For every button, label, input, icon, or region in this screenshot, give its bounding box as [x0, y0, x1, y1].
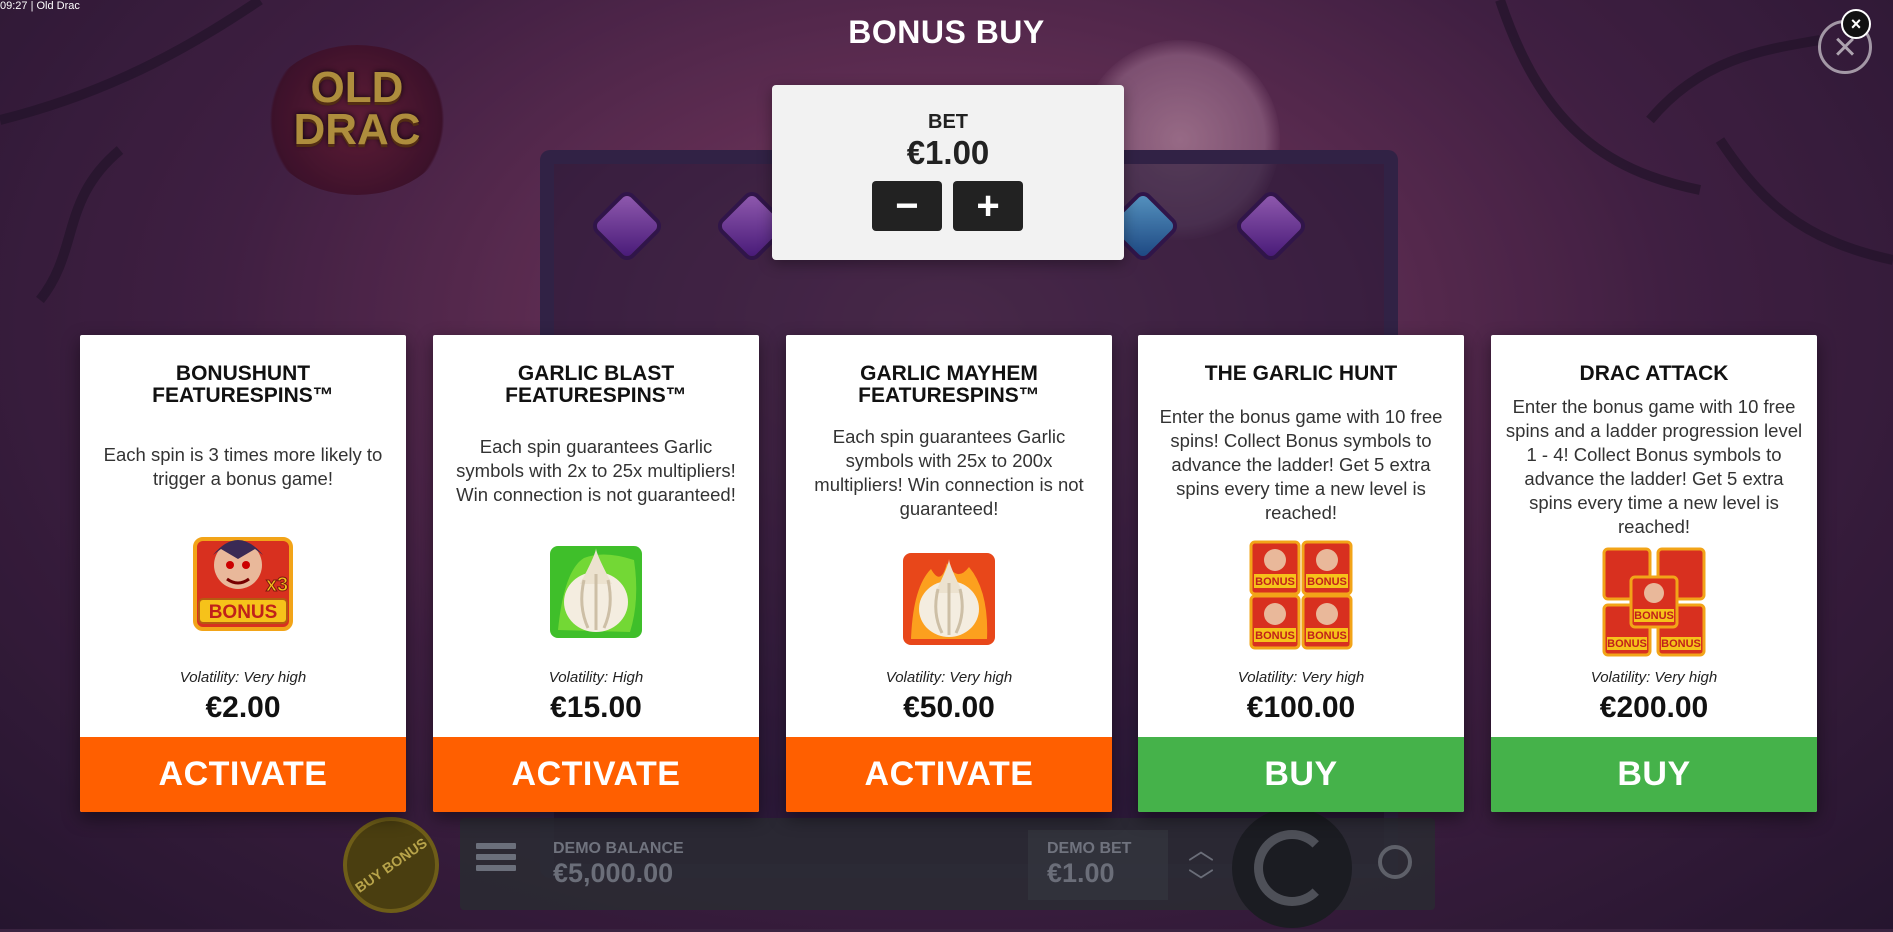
activate-button[interactable]: ACTIVATE — [80, 737, 406, 812]
price: €2.00 — [205, 691, 281, 724]
volatility: Volatility: High — [548, 669, 644, 686]
price: €50.00 — [903, 691, 995, 724]
bet-increase-button[interactable]: + — [953, 181, 1023, 231]
bonus-symbol-text: BONUS — [209, 602, 278, 623]
bonus-symbol-text: BONUS — [1607, 638, 1647, 650]
price: €200.00 — [1599, 691, 1709, 724]
card-description: Each spin guarantees Garlic symbols with… — [814, 426, 1084, 519]
activate-button[interactable]: ACTIVATE — [786, 737, 1112, 812]
bonus-symbol-text: BONUS — [1307, 576, 1347, 588]
demo-balance-value: €5,000.00 — [553, 858, 674, 888]
volatility: Volatility: Very high — [1237, 669, 1365, 686]
card-description: Enter the bonus game with 10 free spins … — [1505, 396, 1803, 537]
volatility: Volatility: Very high — [885, 669, 1013, 686]
bonus-symbol-text: BONUS — [1307, 630, 1347, 642]
chevron-down-icon[interactable]: ﹀ — [1188, 862, 1214, 899]
close-badge-icon[interactable]: × — [1841, 9, 1871, 39]
menu-icon[interactable] — [476, 843, 516, 877]
bet-value: €1.00 — [906, 134, 990, 171]
spin-icon — [1254, 830, 1330, 906]
buy-button[interactable]: BUY — [1491, 737, 1817, 812]
demo-balance-label: DEMO BALANCE — [553, 840, 684, 857]
multiplier-badge: x3 — [266, 574, 288, 596]
bonus-symbol-text: BONUS — [1255, 576, 1295, 588]
window-title: 09:27 | Old Drac — [0, 0, 80, 12]
card-description: Each spin is 3 times more likely to trig… — [103, 444, 383, 489]
price: €100.00 — [1246, 691, 1356, 724]
bonus-symbol-text: BONUS — [1255, 630, 1295, 642]
vampire-bonus-x3-icon: BONUS x3 — [193, 525, 293, 633]
bonus-symbol-text: BONUS — [1661, 638, 1701, 650]
card-title: BONUSHUNT FEATURESPINS™ — [152, 362, 334, 407]
bet-selector: BET €1.00 − + — [772, 85, 1124, 260]
demo-bet-label: DEMO BET — [1047, 840, 1132, 857]
activate-button[interactable]: ACTIVATE — [433, 737, 759, 812]
buy-button[interactable]: BUY — [1138, 737, 1464, 812]
garlic-fire-icon — [897, 547, 1001, 651]
card-title: DRAC ATTACK — [1579, 362, 1729, 385]
bonus-card-drac-attack: DRAC ATTACK Enter the bonus game with 10… — [1491, 335, 1817, 812]
bonus-card-garlic-hunt: THE GARLIC HUNT Enter the bonus game wit… — [1138, 335, 1464, 812]
bet-label: BET — [928, 111, 968, 133]
demo-bet-value: €1.00 — [1047, 858, 1115, 888]
bonus-card-bonushunt: BONUSHUNT FEATURESPINS™ Each spin is 3 t… — [80, 335, 406, 812]
card-description: Enter the bonus game with 10 free spins!… — [1159, 406, 1443, 523]
bonus-card-garlic-mayhem: GARLIC MAYHEM FEATURESPINS™ Each spin gu… — [786, 335, 1112, 812]
garlic-green-icon — [544, 540, 648, 644]
volatility: Volatility: Very high — [179, 669, 307, 686]
volatility: Volatility: Very high — [1590, 669, 1718, 686]
card-title: THE GARLIC HUNT — [1204, 362, 1398, 385]
modal-title: BONUS BUY — [848, 14, 1045, 50]
bet-decrease-button[interactable]: − — [872, 181, 942, 231]
card-title: GARLIC BLAST FEATURESPINS™ — [505, 362, 687, 407]
bonus-grid-icon: BONUS BONUS BONUS BONUS — [1249, 540, 1353, 650]
bonus-symbol-text: BONUS — [1634, 610, 1674, 622]
bonus-cluster-icon: BONUS BONUS BONUS — [1602, 547, 1706, 657]
bonus-card-garlic-blast: GARLIC BLAST FEATURESPINS™ Each spin gua… — [433, 335, 759, 812]
autoplay-icon[interactable] — [1378, 845, 1412, 879]
card-description: Each spin guarantees Garlic symbols with… — [456, 436, 736, 505]
price: €15.00 — [550, 691, 642, 724]
card-title: GARLIC MAYHEM FEATURESPINS™ — [858, 362, 1040, 407]
spin-button[interactable] — [1232, 808, 1352, 928]
